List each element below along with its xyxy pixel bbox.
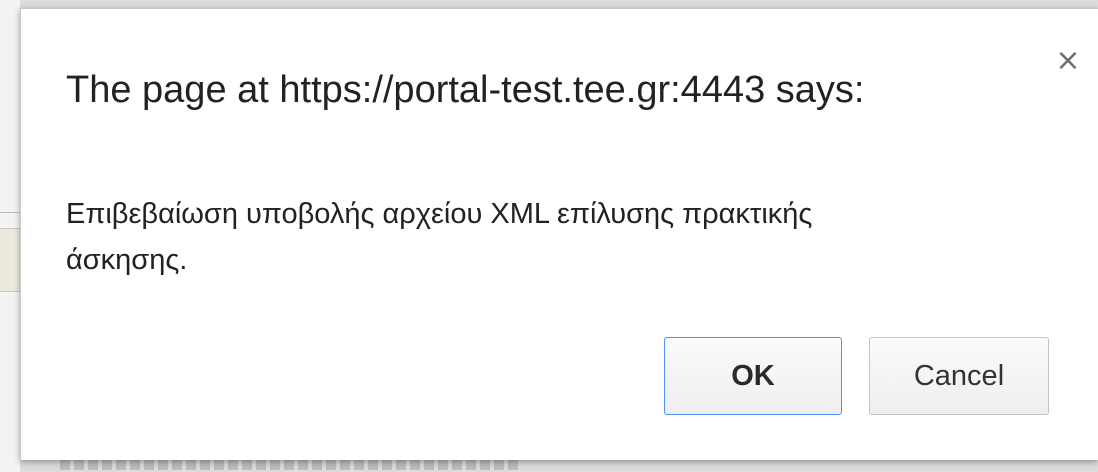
background-text-hint [60,460,520,470]
background-divider [0,212,20,213]
close-icon[interactable]: × [1054,46,1082,76]
dialog-message-line-2: άσκησης. [66,244,188,276]
cancel-button-label: Cancel [913,359,1005,392]
ok-button-label: OK [731,359,775,392]
confirm-dialog: × The page at https://portal-test.tee.gr… [20,8,1098,460]
ok-button[interactable]: OK [664,337,842,415]
dialog-title: The page at https://portal-test.tee.gr:4… [66,69,865,111]
dialog-message: Επιβεβαίωση υποβολής αρχείου XML επίλυση… [66,191,1066,283]
background-element [0,228,20,292]
cancel-button[interactable]: Cancel [869,337,1049,415]
dialog-message-line-1: Επιβεβαίωση υποβολής αρχείου XML επίλυση… [66,198,813,230]
